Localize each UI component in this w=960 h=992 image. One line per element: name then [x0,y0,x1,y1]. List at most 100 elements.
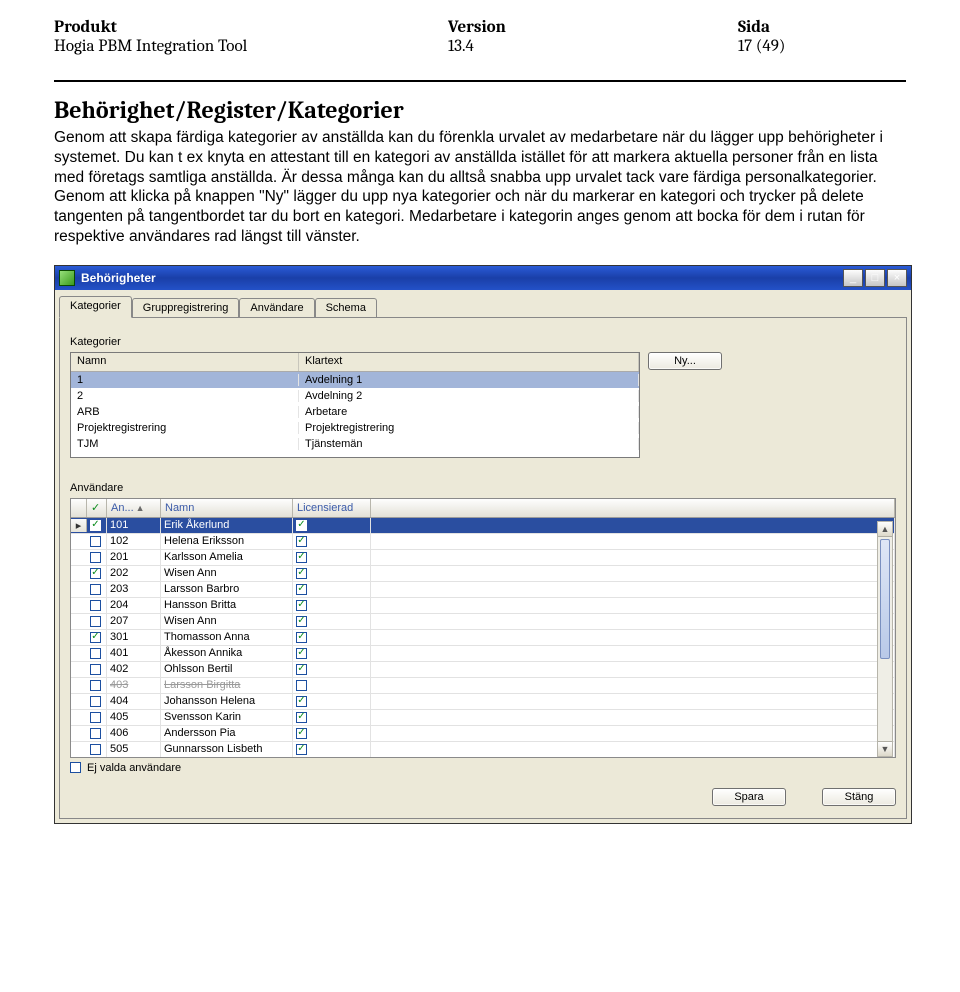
row-checkbox-cell[interactable] [87,614,107,629]
anvandare-row[interactable]: 102Helena Eriksson [71,534,895,550]
minimize-button[interactable]: _ [843,269,863,287]
row-checkbox[interactable] [90,584,101,595]
anvandare-row[interactable]: 401Åkesson Annika [71,646,895,662]
tab-schema[interactable]: Schema [315,298,377,317]
row-lic-cell[interactable] [293,518,371,533]
anvandare-row[interactable]: ▸101Erik Åkerlund [71,518,895,534]
col-lic-header[interactable]: Licensierad [293,499,371,517]
row-lic-cell[interactable] [293,582,371,597]
row-lic-checkbox[interactable] [296,520,307,531]
row-checkbox-cell[interactable] [87,598,107,613]
row-lic-cell[interactable] [293,598,371,613]
row-lic-checkbox[interactable] [296,664,307,675]
row-lic-cell[interactable] [293,566,371,581]
row-checkbox-cell[interactable] [87,566,107,581]
scroll-up-icon[interactable]: ▲ [878,522,892,537]
kategorier-row[interactable]: TJMTjänstemän [71,436,639,452]
row-checkbox-cell[interactable] [87,662,107,677]
row-checkbox[interactable] [90,744,101,755]
col-an-header[interactable]: An...▲ [107,499,161,517]
anvandare-row[interactable]: 402Ohlsson Bertil [71,662,895,678]
tab-kategorier[interactable]: Kategorier [59,296,132,318]
anvandare-row[interactable]: 406Andersson Pia [71,726,895,742]
col-namn-header[interactable]: Namn [161,499,293,517]
anvandare-row[interactable]: 202Wisen Ann [71,566,895,582]
row-lic-cell[interactable] [293,710,371,725]
save-button[interactable]: Spara [712,788,786,806]
anvandare-row[interactable]: 405Svensson Karin [71,710,895,726]
anvandare-row[interactable]: 301Thomasson Anna [71,630,895,646]
row-lic-cell[interactable] [293,694,371,709]
kategorier-row[interactable]: 2Avdelning 2 [71,388,639,404]
anvandare-row[interactable]: 201Karlsson Amelia [71,550,895,566]
row-lic-checkbox[interactable] [296,648,307,659]
row-lic-checkbox[interactable] [296,616,307,627]
anvandare-row[interactable]: 404Johansson Helena [71,694,895,710]
row-checkbox-cell[interactable] [87,582,107,597]
row-checkbox[interactable] [90,696,101,707]
row-lic-checkbox[interactable] [296,584,307,595]
scroll-down-icon[interactable]: ▼ [878,741,892,756]
row-checkbox[interactable] [90,616,101,627]
grid-scrollbar[interactable]: ▲ ▼ [877,521,893,757]
row-lic-checkbox[interactable] [296,600,307,611]
row-lic-cell[interactable] [293,550,371,565]
kategorier-row[interactable]: 1Avdelning 1 [71,372,639,388]
row-checkbox-cell[interactable] [87,534,107,549]
row-lic-checkbox[interactable] [296,536,307,547]
col-check-header[interactable]: ✓ [87,499,107,517]
row-checkbox-cell[interactable] [87,630,107,645]
row-checkbox-cell[interactable] [87,550,107,565]
row-lic-cell[interactable] [293,742,371,757]
anvandare-row[interactable]: 207Wisen Ann [71,614,895,630]
row-checkbox-cell[interactable] [87,742,107,757]
row-checkbox[interactable] [90,520,101,531]
col-namn-header[interactable]: Namn [71,353,299,371]
row-checkbox[interactable] [90,664,101,675]
row-lic-cell[interactable] [293,614,371,629]
kategorier-list[interactable]: Namn Klartext 1Avdelning 12Avdelning 2AR… [70,352,640,458]
row-lic-cell[interactable] [293,726,371,741]
row-handle[interactable]: ▸ [71,519,87,532]
anvandare-row[interactable]: 403Larsson Birgitta [71,678,895,694]
anvandare-row[interactable]: 505Gunnarsson Lisbeth [71,742,895,758]
row-lic-checkbox[interactable] [296,712,307,723]
row-lic-checkbox[interactable] [296,728,307,739]
kategorier-row[interactable]: ProjektregistreringProjektregistrering [71,420,639,436]
row-checkbox-cell[interactable] [87,710,107,725]
row-lic-checkbox[interactable] [296,696,307,707]
ej-valda-checkbox[interactable] [70,762,81,773]
row-checkbox[interactable] [90,648,101,659]
row-checkbox-cell[interactable] [87,726,107,741]
col-klartext-header[interactable]: Klartext [299,353,639,371]
titlebar[interactable]: Behörigheter _ □ × [55,266,911,290]
row-lic-cell[interactable] [293,646,371,661]
row-checkbox[interactable] [90,568,101,579]
close-dialog-button[interactable]: Stäng [822,788,896,806]
row-checkbox[interactable] [90,728,101,739]
row-lic-checkbox[interactable] [296,744,307,755]
row-checkbox[interactable] [90,712,101,723]
row-lic-cell[interactable] [293,630,371,645]
row-checkbox[interactable] [90,680,101,691]
row-checkbox-cell[interactable] [87,694,107,709]
row-lic-checkbox[interactable] [296,680,307,691]
row-checkbox-cell[interactable] [87,646,107,661]
row-lic-cell[interactable] [293,534,371,549]
row-lic-cell[interactable] [293,678,371,693]
row-checkbox[interactable] [90,600,101,611]
row-lic-cell[interactable] [293,662,371,677]
row-lic-checkbox[interactable] [296,632,307,643]
row-checkbox[interactable] [90,632,101,643]
anvandare-row[interactable]: 204Hansson Britta [71,598,895,614]
row-checkbox[interactable] [90,552,101,563]
close-button[interactable]: × [887,269,907,287]
row-lic-checkbox[interactable] [296,552,307,563]
tab-anvandare[interactable]: Användare [239,298,314,317]
row-checkbox-cell[interactable] [87,678,107,693]
anvandare-grid[interactable]: ✓ An...▲ Namn Licensierad ▸101Erik Åkerl… [70,498,896,758]
tab-gruppregistrering[interactable]: Gruppregistrering [132,298,240,317]
new-button[interactable]: Ny... [648,352,722,370]
row-checkbox-cell[interactable] [87,518,107,533]
row-checkbox[interactable] [90,536,101,547]
